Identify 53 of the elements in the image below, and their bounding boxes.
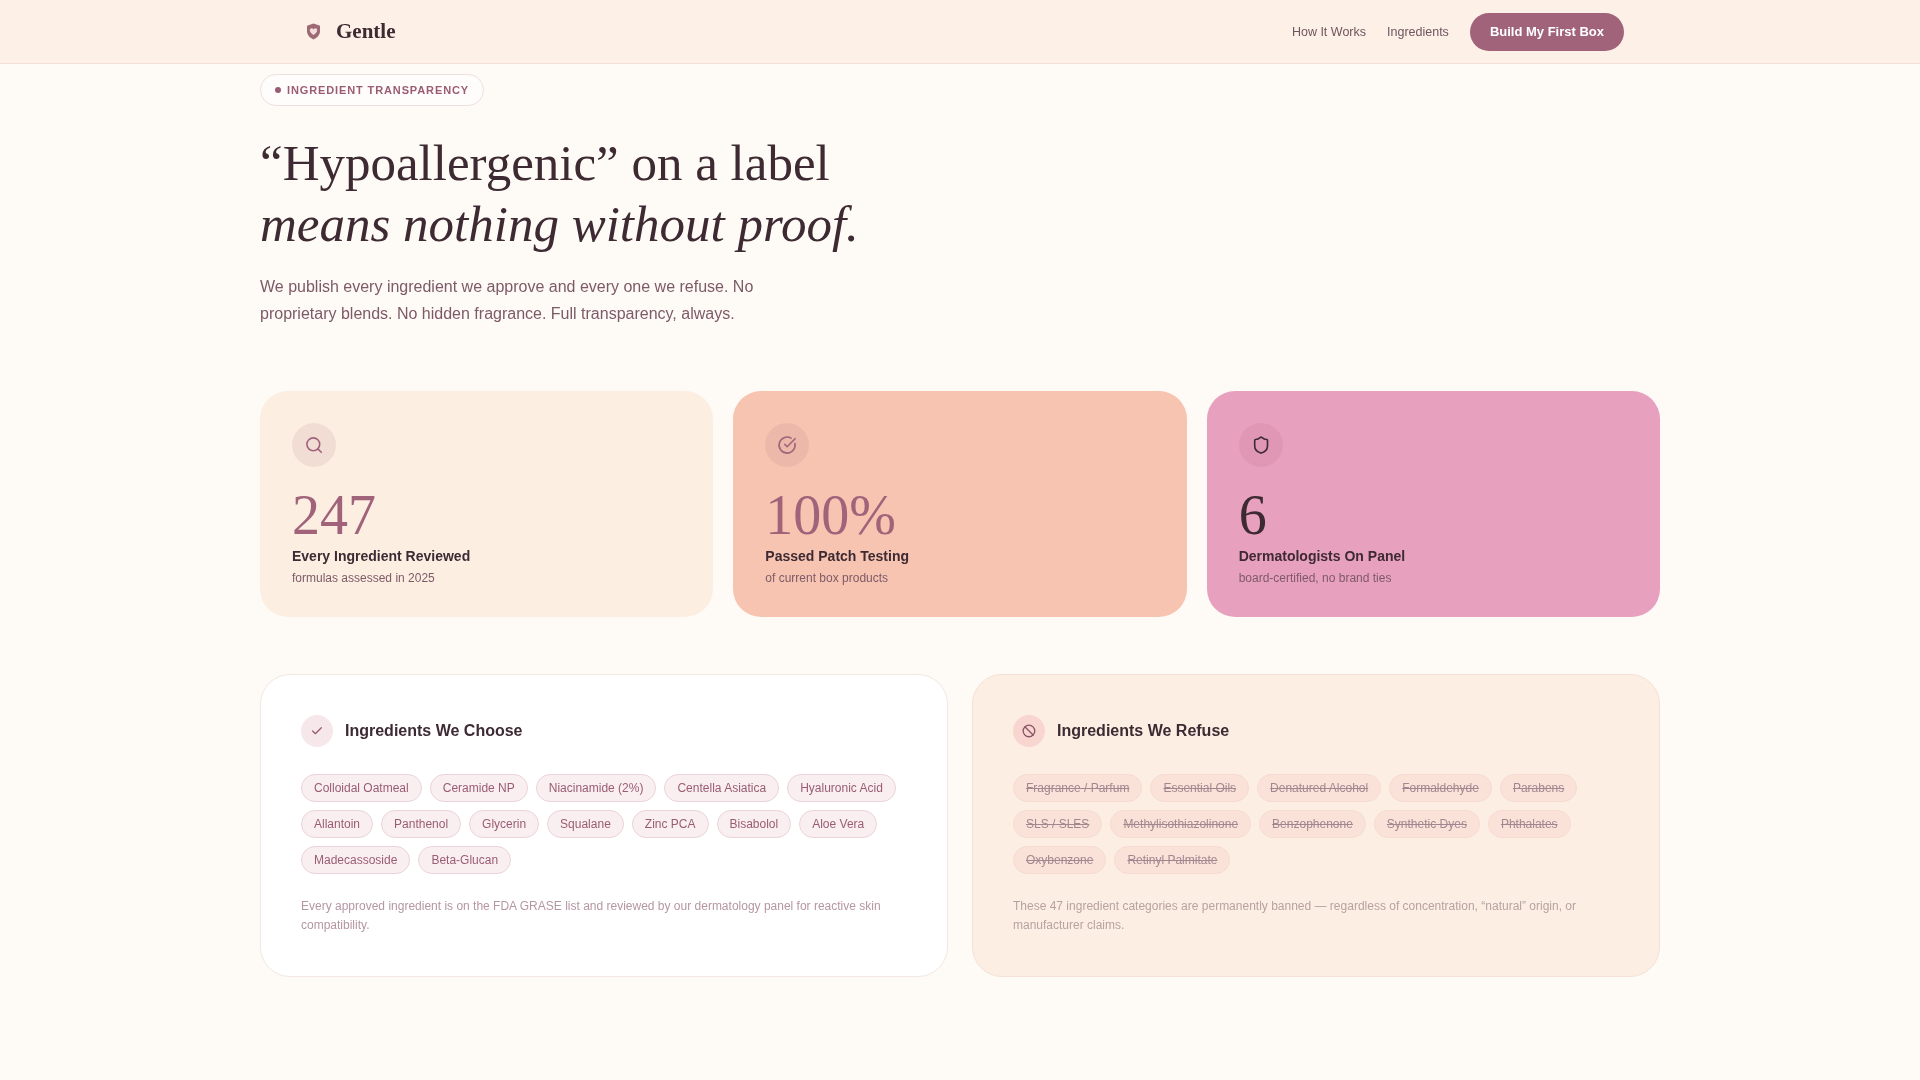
ingredient-tag: Synthetic Dyes bbox=[1373, 809, 1480, 838]
ingredient-tag: Essential Oils bbox=[1150, 773, 1250, 802]
ingredient-tag: Madecassoside bbox=[301, 845, 411, 874]
shield-logo-icon bbox=[306, 23, 321, 40]
dot-icon bbox=[275, 87, 281, 93]
shield-icon bbox=[1238, 423, 1283, 468]
ingredient-tag: Centella Asiatica bbox=[664, 773, 780, 802]
nav-link[interactable]: How It Works bbox=[1291, 24, 1366, 39]
check-icon bbox=[301, 714, 333, 747]
ingredient-tag: Phthalates bbox=[1487, 809, 1571, 838]
ingredient-tag: Glycerin bbox=[469, 809, 540, 838]
panel-footnote: These 47 ingredient categories are permanently banned — regardless of concentration, “natural” origin, or manufacturer claims. bbox=[1013, 897, 1577, 935]
ingredient-tag: Retinyl Palmitate bbox=[1114, 845, 1231, 874]
panel-title: Ingredients We Refuse bbox=[1057, 721, 1230, 740]
ingredient-tag: Panthenol bbox=[381, 809, 462, 838]
ingredient-tag: Fragrance / Parfum bbox=[1013, 773, 1143, 802]
stat-value: 100% bbox=[765, 487, 897, 544]
ingredient-tag: Denatured Alcohol bbox=[1257, 773, 1382, 802]
ingredient-tag: Bisabolol bbox=[716, 809, 792, 838]
ingredient-tag: Formaldehyde bbox=[1389, 773, 1492, 802]
stat-value: 6 bbox=[1238, 487, 1268, 544]
nav-link[interactable]: Ingredients bbox=[1387, 24, 1449, 39]
stat-value: 247 bbox=[292, 487, 377, 544]
search-icon bbox=[292, 423, 336, 468]
eyebrow-text: INGREDIENT TRANSPARENCY bbox=[287, 84, 469, 96]
brand-link[interactable]: Gentle bbox=[306, 19, 396, 44]
stat-note: of current box products bbox=[765, 569, 890, 587]
ingredient-tag: Colloidal Oatmeal bbox=[301, 773, 422, 802]
check-circle-icon bbox=[765, 423, 810, 468]
ban-icon bbox=[1013, 714, 1045, 747]
ingredient-tag: Oxybenzone bbox=[1013, 845, 1107, 874]
ingredient-tag: Parabens bbox=[1499, 773, 1578, 802]
hero-headline: “Hypoallergenic” on a label means nothing without proof. bbox=[260, 134, 860, 255]
panel-footnote: Every approved ingredient is on the FDA GRASE list and reviewed by our dermatology panel for reactive skin compatibility. bbox=[301, 897, 882, 935]
stat-note: board-certified, no brand ties bbox=[1238, 569, 1393, 587]
panel-title: Ingredients We Choose bbox=[345, 721, 523, 740]
ingredient-tag: Beta-Glucan bbox=[418, 845, 512, 874]
ingredient-tag: Ceramide NP bbox=[429, 773, 528, 802]
ingredient-tag: Methylisothiazolinone bbox=[1110, 809, 1252, 838]
ingredient-tag: Squalane bbox=[547, 809, 624, 838]
ingredient-tag: Aloe Vera bbox=[799, 809, 878, 838]
ingredient-tag: Benzophenone bbox=[1259, 809, 1366, 838]
stat-note: formulas assessed in 2025 bbox=[292, 569, 436, 587]
ingredient-tag: Allantoin bbox=[301, 809, 374, 838]
hero-intro: We publish every ingredient we approve and every one we refuse. No proprietary blends. No hidden fragrance. Full transparency, always. bbox=[260, 277, 755, 324]
ingredient-tag: Zinc PCA bbox=[631, 809, 709, 838]
ingredient-tag: Niacinamide (2%) bbox=[535, 773, 657, 802]
ingredient-tag: SLS / SLES bbox=[1013, 809, 1103, 838]
stat-label: Passed Patch Testing bbox=[765, 547, 910, 567]
ingredient-tag: Hyaluronic Acid bbox=[787, 773, 896, 802]
stat-label: Every Ingredient Reviewed bbox=[292, 547, 472, 567]
build-box-button[interactable]: Build My First Box bbox=[1469, 12, 1624, 51]
stat-label: Dermatologists On Panel bbox=[1238, 547, 1407, 567]
